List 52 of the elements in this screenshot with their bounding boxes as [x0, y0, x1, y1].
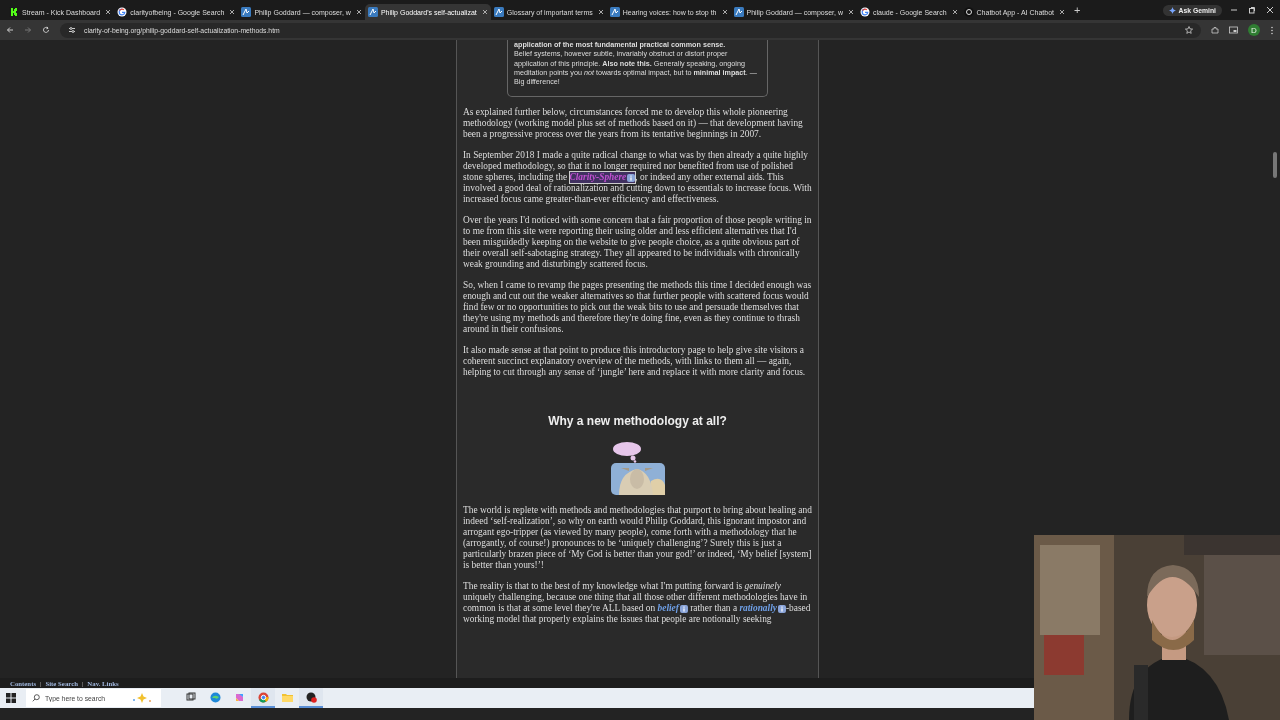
close-icon[interactable]: [848, 9, 854, 15]
close-icon[interactable]: [229, 9, 236, 15]
edge-browser-icon[interactable]: [209, 691, 221, 703]
info-icon: [627, 174, 636, 182]
colorful-app-icon[interactable]: [233, 691, 245, 703]
text-link[interactable]: rationally: [739, 603, 786, 615]
google-logo-icon: [117, 7, 128, 17]
paragraph: Over the years I'd noticed with some concern that a fair proportion of those people writing in to me from this site were reporting their using older and less efficient alternatives that I'd been misguidedly keeping on the website to give people choice, as a quite obvious part of their overall self-sabotaging strategy. They all appeared to be individuals with chronically weak grounding and disturbingly scattered focus.: [463, 215, 812, 271]
task-view-icon[interactable]: [186, 692, 196, 702]
back-icon[interactable]: [6, 26, 14, 34]
reload-icon[interactable]: [42, 26, 50, 34]
site-settings-icon[interactable]: [68, 26, 76, 34]
close-icon[interactable]: [1266, 6, 1274, 14]
chrome-browser-icon[interactable]: [257, 691, 269, 703]
site-logo-icon: [493, 7, 504, 17]
paragraph: It also made sense at that point to produce this introductory page to help give site visitors a coherent succinct explanatory overview of the methods, with links to them all — again, helping to cut through any sense of ‘jungle’ here and replace it with more clarity and focus.: [463, 345, 807, 379]
close-icon[interactable]: [597, 9, 604, 15]
site-logo-icon: [733, 7, 744, 17]
close-icon[interactable]: [481, 9, 488, 15]
info-icon: [777, 605, 786, 613]
chatbot-logo-icon: [963, 7, 974, 17]
paragraph: As explained further below, circumstances forced me to develop this whole pioneering methodology (working model plus set of methods based on it) — that development having been a progressive process over the years from its tentative beginnings in 2007.: [463, 107, 804, 141]
paragraph: The reality is that to the best of my knowledge what I'm putting forward is genuinely uniquely challenging, because one thing that all those other different methodologies have in common is that at some level they're ALL based on belief rather than a rationally -based working model that properly explains the issues that people are notionally seeking: [463, 581, 812, 626]
text-link[interactable]: belief: [657, 603, 688, 615]
bookmark-star-icon[interactable]: [1185, 26, 1193, 34]
site-logo-icon: [609, 7, 620, 17]
close-icon[interactable]: [105, 9, 112, 15]
google-logo-icon: [860, 7, 870, 17]
new-tab-button[interactable]: +: [1068, 4, 1087, 16]
close-icon[interactable]: [355, 9, 362, 15]
section-heading: Why a new methodology at all?: [547, 416, 728, 428]
close-icon[interactable]: [1059, 9, 1065, 15]
minimize-icon[interactable]: [1230, 6, 1238, 14]
sparkle-icon: [1168, 6, 1176, 14]
start-windows-icon[interactable]: [6, 693, 16, 703]
record-app-icon[interactable]: [305, 691, 317, 703]
search-icon: [32, 694, 40, 702]
site-logo-icon: [241, 7, 252, 17]
close-icon[interactable]: [721, 9, 728, 15]
kick-logo-icon: [9, 7, 19, 17]
site-logo-icon: [367, 7, 378, 17]
close-icon[interactable]: [951, 9, 958, 15]
extensions-icon[interactable]: [1211, 26, 1219, 34]
tab-search-icon[interactable]: [1229, 26, 1238, 34]
profile-avatar[interactable]: D: [1248, 24, 1260, 36]
restore-icon[interactable]: [1248, 6, 1256, 14]
sparkle-icon: [130, 693, 152, 703]
paragraph: So, when I came to revamp the pages presenting the methods this time I decided enough was enough and cut out the weaker alternatives so that further people with scattered focus would find few or no opportunities to pick out the weak bits to use and persuade themselves that they're using my methods and therefore they're doing fine, even as they continue to thrash around in their confusions.: [463, 280, 812, 336]
paragraph: In September 2018 I made a quite radical change to what was by then already a quite highly developed methodology, so that it no longer required nor benefited from use of polished stone spheres, including the Clarity-Sphere , or indeed any other external aids. This involved a good deal of rationalization and cutting down to essentials to increase focus. With increased focus came greater-than-ever efficiency and effectiveness.: [463, 150, 812, 206]
paragraph: The world is replete with methods and methodologies that purport to bring about healing and indeed ‘self-realization’, so why on earth would Philip Goddard, this ignorant impostor and arrogant ego-tripper (as viewed by many people), come forth with a methodology that he (arrogantly, of course!) pronounces to be ‘uniquely challenging’? Surely this is just a particularly brazen piece of ‘My God is better than your god!’ or indeed, ‘My belief [system] is better than yours!’!: [463, 505, 812, 572]
info-icon: [679, 605, 688, 613]
scrollbar-thumb[interactable]: [1273, 152, 1277, 178]
